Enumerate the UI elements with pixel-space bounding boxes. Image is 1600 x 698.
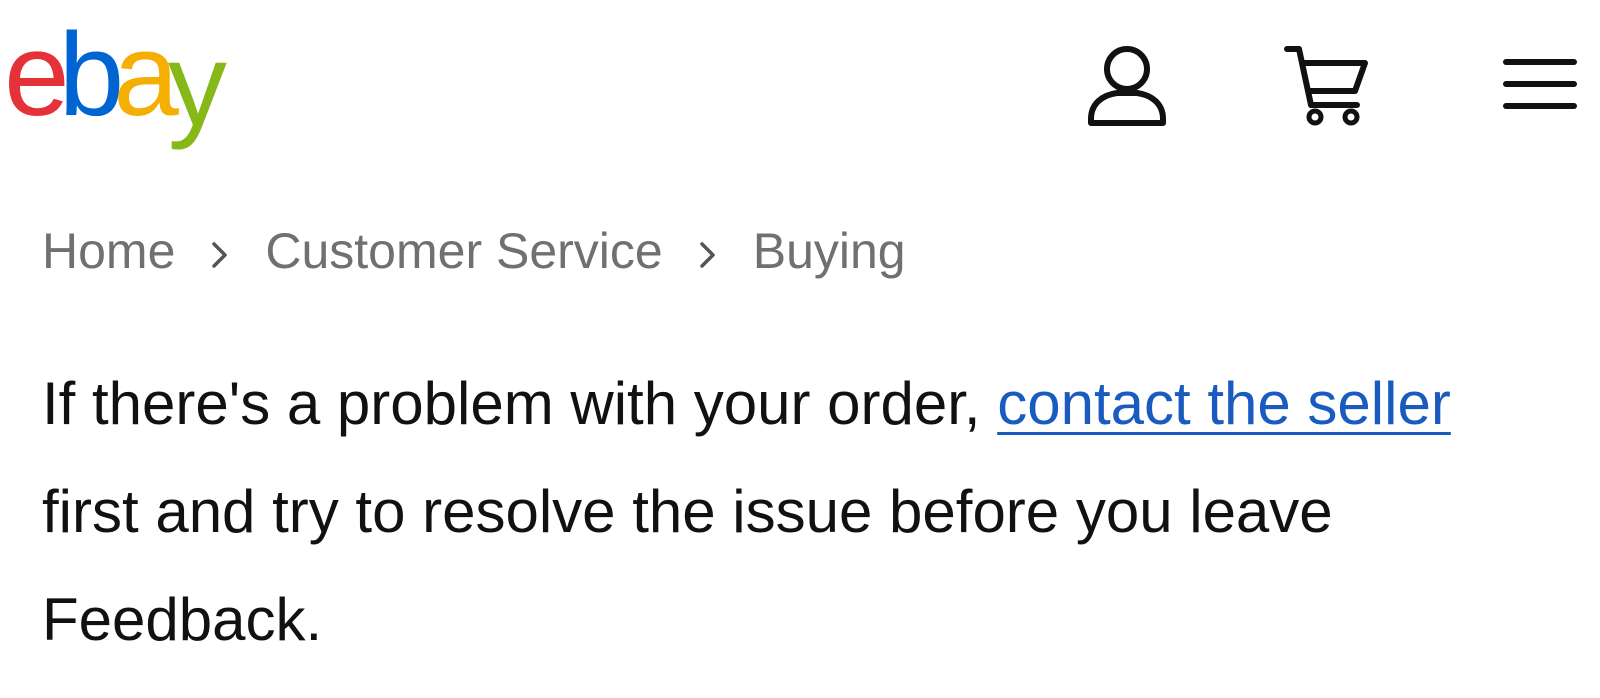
breadcrumb-home[interactable]: Home (42, 222, 175, 280)
message-text-before: If there's a problem with your order, (42, 370, 998, 437)
cart-button[interactable] (1276, 34, 1376, 134)
breadcrumb-customer-service[interactable]: Customer Service (265, 222, 662, 280)
breadcrumb-separator (175, 222, 265, 280)
logo-letter-e: e (4, 9, 70, 141)
chevron-right-icon (212, 242, 228, 268)
breadcrumb-separator (663, 222, 753, 280)
breadcrumb: Home Customer Service Buying (42, 222, 906, 280)
logo-letter-b: b (58, 9, 125, 141)
hamburger-menu-icon (1503, 59, 1577, 109)
account-button[interactable] (1077, 34, 1177, 134)
feedback-guidance-message: If there's a problem with your order, co… (42, 350, 1502, 674)
logo-letter-a: a (113, 9, 179, 141)
contact-seller-link[interactable]: contact the seller (997, 370, 1451, 437)
ebay-logo[interactable]: e b a y (4, 0, 227, 151)
user-icon (1088, 46, 1166, 126)
logo-letter-y: y (167, 19, 227, 151)
breadcrumb-buying[interactable]: Buying (753, 222, 906, 280)
chevron-right-icon (699, 242, 715, 268)
menu-button[interactable] (1490, 34, 1590, 134)
cart-icon (1284, 46, 1368, 126)
site-header: e b a y (0, 0, 1600, 170)
message-text-after: first and try to resolve the issue befor… (42, 478, 1333, 653)
